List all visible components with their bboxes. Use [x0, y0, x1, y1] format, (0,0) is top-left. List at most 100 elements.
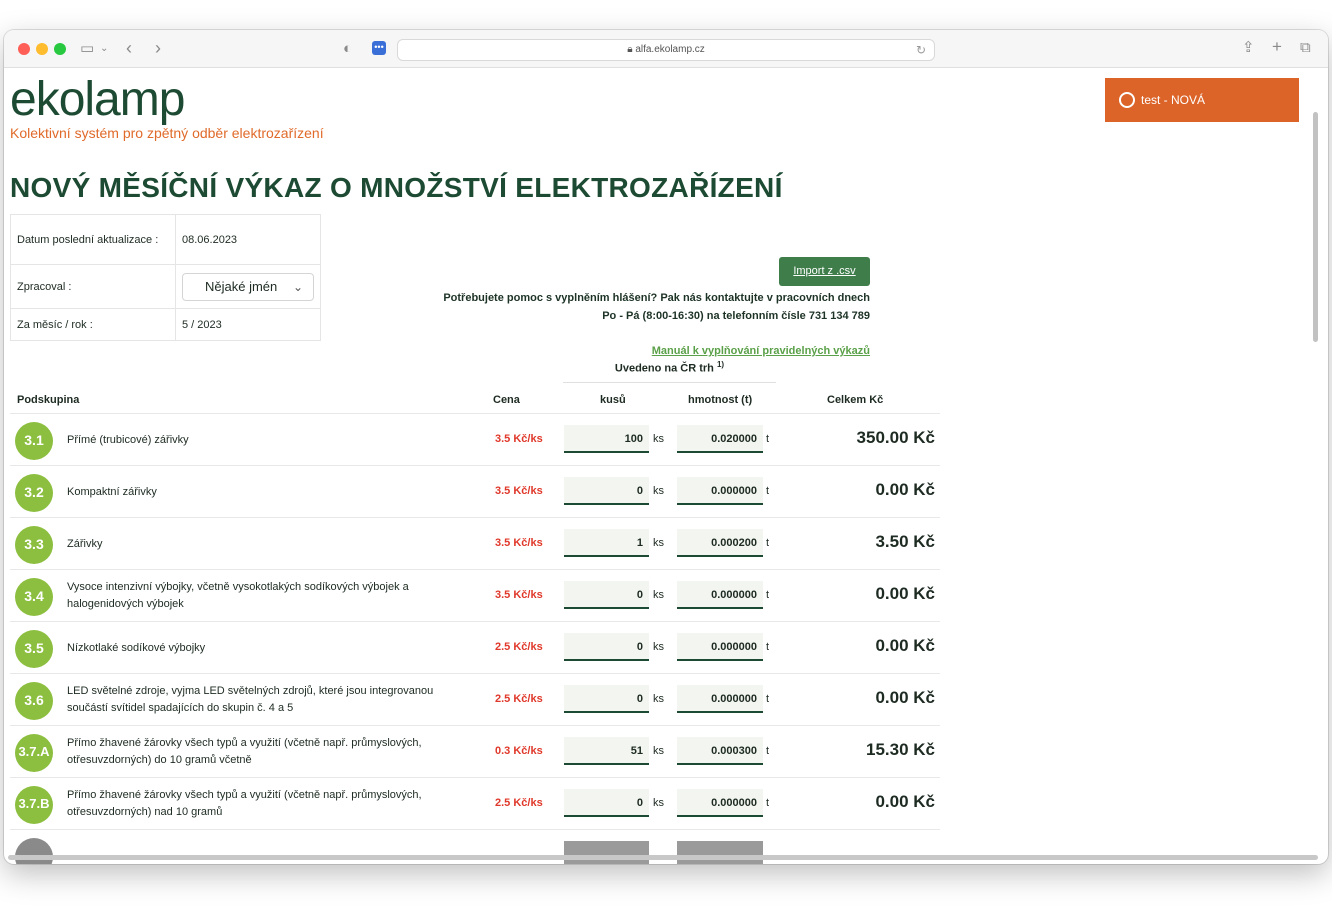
row-total: 15.30 Kč	[866, 740, 935, 759]
unit-price: 3.5 Kč/ks	[495, 537, 543, 549]
unit-price: 3.5 Kč/ks	[495, 485, 543, 497]
weight-unit: t	[766, 589, 770, 601]
weight-input[interactable]: 0.000000	[677, 633, 763, 661]
subgroup-description: Přímé (trubicové) zářivky	[67, 433, 189, 446]
lock-icon: 🔒︎	[627, 44, 633, 55]
subgroup-description: Vysoce intenzivní výbojky, včetně vysoko…	[67, 581, 409, 610]
row-total: 0.00 Kč	[875, 688, 935, 707]
pieces-input[interactable]: 100	[564, 425, 649, 453]
table-row: 3.2 Kompaktní zářivky 3.5 Kč/ks 0 ks 0.000000…	[10, 465, 940, 517]
table-row: 3.5 Nízkotlaké sodíkové výbojky 2.5 Kč/ks 0…	[10, 621, 940, 673]
weight-unit: t	[766, 433, 770, 445]
market-header: Uvedeno na ČR trh 1)	[563, 360, 776, 383]
column-header-subgroup: Podskupina	[17, 394, 80, 406]
pieces-input[interactable]: 0	[564, 685, 649, 713]
processed-by-select[interactable]: Nějaké jmén ⌄	[182, 272, 314, 301]
market-footnote: 1)	[716, 360, 725, 369]
table-row: 3.7.B Přímo žhavené žárovky všech typů a …	[10, 777, 940, 829]
row-total: 350.00 Kč	[856, 428, 935, 447]
weight-input[interactable]	[677, 841, 763, 864]
meta-label-processed: Zpracoval :	[10, 264, 176, 309]
meta-value-period: 5 / 2023	[175, 308, 321, 341]
unit-price: 2.5 Kč/ks	[495, 641, 543, 653]
pieces-unit: ks	[653, 589, 664, 601]
ekolamp-logo[interactable]: ekolamp	[10, 74, 185, 126]
new-tab-icon[interactable]: +	[1272, 38, 1282, 55]
address-url: alfa.ekolamp.cz	[635, 44, 705, 55]
subgroup-description: Přímo žhavené žárovky všech typů a využi…	[67, 737, 422, 766]
subgroup-description: Nízkotlaké sodíkové výbojky	[67, 641, 206, 654]
privacy-shield-icon[interactable]: ◐	[343, 41, 352, 57]
pieces-input[interactable]	[564, 841, 649, 864]
user-icon	[1119, 92, 1135, 108]
forward-icon[interactable]: ›	[155, 39, 161, 57]
report-meta-table: Datum poslední aktualizace : 08.06.2023 …	[10, 214, 321, 341]
weight-unit: t	[766, 537, 770, 549]
subgroup-description: Kompaktní zářivky	[67, 485, 157, 498]
weight-unit: t	[766, 485, 770, 497]
user-menu-button[interactable]: test - NOVÁ	[1105, 78, 1299, 122]
tabs-overview-icon[interactable]: ⧉	[1300, 40, 1311, 56]
weight-input[interactable]: 0.020000	[677, 425, 763, 453]
row-total: 3.50 Kč	[875, 532, 935, 551]
meta-label-period: Za měsíc / rok :	[10, 308, 176, 341]
subgroup-code-badge: 3.4	[15, 578, 53, 616]
chevron-down-icon: ⌄	[292, 279, 303, 294]
user-menu-label: test - NOVÁ	[1141, 93, 1206, 107]
market-header-label: Uvedeno na ČR trh	[614, 362, 714, 375]
pieces-unit: ks	[653, 537, 664, 549]
pieces-input[interactable]: 0	[564, 789, 649, 817]
weight-unit: t	[766, 745, 770, 757]
pieces-input[interactable]: 51	[564, 737, 649, 765]
close-window-button[interactable]	[18, 43, 30, 55]
help-text: Potřebujete pomoc s vyplněním hlášení? P…	[384, 289, 870, 325]
subgroup-code-badge: 3.1	[15, 422, 53, 460]
logo-tagline: Kolektivní systém pro zpětný odběr elekt…	[10, 125, 324, 141]
maximize-window-button[interactable]	[54, 43, 66, 55]
back-icon[interactable]: ‹	[126, 39, 132, 57]
pieces-unit: ks	[653, 485, 664, 497]
minimize-window-button[interactable]	[36, 43, 48, 55]
reload-icon[interactable]: ↻	[916, 40, 926, 60]
import-csv-button[interactable]: Import z .csv	[779, 257, 870, 286]
chevron-down-icon[interactable]: ⌄	[100, 41, 108, 57]
weight-input[interactable]: 0.000300	[677, 737, 763, 765]
help-line-1: Potřebujete pomoc s vyplněním hlášení? P…	[443, 292, 870, 304]
column-header-pieces: kusů	[600, 394, 626, 406]
pieces-unit: ks	[653, 433, 664, 445]
sidebar-icon[interactable]: ▭	[80, 41, 94, 57]
weight-input[interactable]: 0.000000	[677, 581, 763, 609]
subgroup-code-badge: 3.3	[15, 526, 53, 564]
row-total: 0.00 Kč	[875, 480, 935, 499]
pieces-unit: ks	[653, 745, 664, 757]
table-row: 3.7.A Přímo žhavené žárovky všech typů a …	[10, 725, 940, 777]
unit-price: 3.5 Kč/ks	[495, 433, 543, 445]
vertical-scrollbar[interactable]	[1313, 112, 1318, 342]
subgroup-table: 3.1 Přímé (trubicové) zářivky 3.5 Kč/ks 100…	[10, 413, 940, 864]
pieces-input[interactable]: 0	[564, 581, 649, 609]
pieces-input[interactable]: 1	[564, 529, 649, 557]
table-row: 3.4 Vysoce intenzivní výbojky, včetně vys…	[10, 569, 940, 621]
browser-toolbar: ▭ ⌄ ‹ › ◐ ••• 🔒︎ alfa.ekolamp.cz ↻ ⇪ + ⧉	[4, 30, 1328, 68]
subgroup-code-badge	[15, 838, 53, 864]
weight-input[interactable]: 0.000000	[677, 477, 763, 505]
horizontal-scrollbar[interactable]	[8, 855, 1318, 860]
pieces-input[interactable]: 0	[564, 477, 649, 505]
address-bar[interactable]: 🔒︎ alfa.ekolamp.cz ↻	[397, 39, 935, 61]
weight-unit: t	[766, 641, 770, 653]
manual-link[interactable]: Manuál k vyplňování pravidelných výkazů	[604, 345, 870, 357]
meta-value-updated: 08.06.2023	[175, 214, 321, 265]
subgroup-code-badge: 3.7.A	[15, 734, 53, 772]
table-row: 3.1 Přímé (trubicové) zářivky 3.5 Kč/ks 100…	[10, 413, 940, 465]
column-header-weight: hmotnost (t)	[688, 394, 753, 406]
subgroup-code-badge: 3.2	[15, 474, 53, 512]
weight-input[interactable]: 0.000000	[677, 789, 763, 817]
unit-price: 3.5 Kč/ks	[495, 589, 543, 601]
weight-input[interactable]: 0.000000	[677, 685, 763, 713]
row-total: 0.00 Kč	[875, 584, 935, 603]
extension-icon[interactable]: •••	[372, 41, 386, 55]
unit-price: 0.3 Kč/ks	[495, 745, 543, 757]
weight-input[interactable]: 0.000200	[677, 529, 763, 557]
pieces-input[interactable]: 0	[564, 633, 649, 661]
share-icon[interactable]: ⇪	[1242, 40, 1255, 56]
